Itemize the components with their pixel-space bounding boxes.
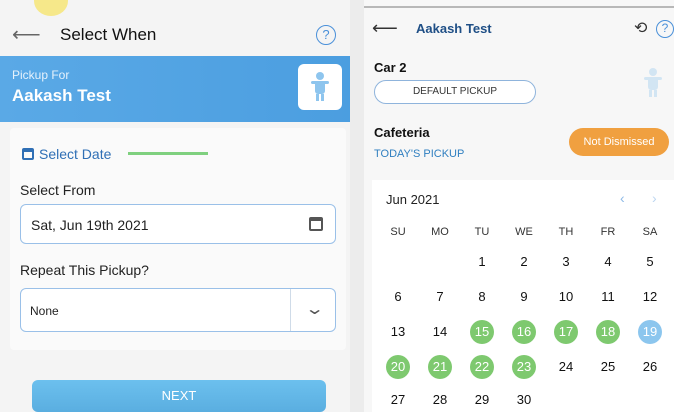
weekday-label: FR (600, 226, 616, 238)
selected-day-marker: 19 (638, 320, 662, 344)
calendar-day[interactable]: 27 (378, 388, 418, 412)
calendar-day[interactable]: 17 (546, 320, 586, 344)
calendar-day[interactable]: 13 (378, 320, 418, 344)
weekday-label: SA (642, 226, 658, 238)
cafeteria-label: Cafeteria (374, 125, 430, 140)
calendar-day[interactable]: 14 (420, 320, 460, 344)
calendar-day[interactable]: 24 (546, 355, 586, 379)
weekday-label: MO (431, 226, 449, 238)
person-icon (644, 68, 664, 97)
calendar-day[interactable]: 9 (504, 285, 544, 309)
back-arrow-icon[interactable]: ⟵ (12, 22, 41, 47)
scheduled-day-marker: 16 (512, 320, 536, 344)
weekday-label: SU (390, 226, 406, 238)
calendar: Jun 2021 ‹ › SU MO TU WE TH FR SA 1 2 3 4 5 6 7 8 9 10 11… (372, 180, 674, 412)
scheduled-day-marker: 20 (386, 355, 410, 379)
calendar-day[interactable]: 7 (420, 285, 460, 309)
scheduled-day-marker: 18 (596, 320, 620, 344)
pickup-for-label: Pickup For (12, 68, 70, 82)
help-icon[interactable]: ? (316, 25, 336, 45)
calendar-day[interactable]: 20 (378, 355, 418, 379)
weekday-label: WE (515, 226, 533, 238)
pickup-detail-screen: ⟵ Aakash Test ⟲ ? Car 2 DEFAULT PICKUP C… (364, 0, 674, 412)
calendar-day[interactable]: 29 (462, 388, 502, 412)
select-date-heading: Select Date (22, 146, 111, 162)
page-title: Select When (60, 25, 157, 44)
next-button[interactable]: NEXT (32, 380, 326, 412)
page-title: Aakash Test (416, 21, 492, 36)
scheduled-day-marker: 15 (470, 320, 494, 344)
calendar-day[interactable]: 28 (420, 388, 460, 412)
weekday-label: TU (474, 226, 490, 238)
calendar-icon (22, 148, 34, 160)
calendar-day[interactable]: 1 (462, 250, 502, 274)
chevron-down-icon[interactable]: ⌄ (304, 299, 324, 319)
calendar-day[interactable]: 12 (630, 285, 670, 309)
default-pickup-button[interactable]: DEFAULT PICKUP (374, 80, 536, 104)
status-badge[interactable]: Not Dismissed (569, 128, 669, 156)
calendar-day[interactable]: 23 (504, 355, 544, 379)
highlight-underline (128, 152, 208, 155)
calendar-month-label: Jun 2021 (386, 192, 440, 207)
repeat-select[interactable]: None ⌄ (20, 288, 336, 332)
person-icon (311, 72, 329, 102)
avatar (298, 64, 342, 110)
repeat-value: None (30, 304, 59, 318)
scheduled-day-marker: 23 (512, 355, 536, 379)
scheduled-day-marker: 22 (470, 355, 494, 379)
calendar-day[interactable]: 15 (462, 320, 502, 344)
calendar-day[interactable]: 30 (504, 388, 544, 412)
date-input[interactable]: Sat, Jun 19th 2021 (20, 204, 336, 244)
repeat-pickup-label: Repeat This Pickup? (20, 262, 149, 278)
calendar-day[interactable]: 16 (504, 320, 544, 344)
select-date-label: Select Date (39, 146, 112, 162)
student-name: Aakash Test (12, 86, 111, 105)
header: ⟵ Select When ? (0, 14, 350, 54)
calendar-day[interactable]: 22 (462, 355, 502, 379)
select-from-label: Select From (20, 182, 96, 198)
calendar-day[interactable]: 11 (588, 285, 628, 309)
calendar-day[interactable]: 26 (630, 355, 670, 379)
chevron-left-icon[interactable]: ‹ (620, 190, 625, 206)
select-date-card: Select Date Select From Sat, Jun 19th 20… (10, 128, 346, 350)
calendar-day[interactable]: 2 (504, 250, 544, 274)
calendar-day[interactable]: 10 (546, 285, 586, 309)
help-icon[interactable]: ? (656, 20, 674, 38)
date-value: Sat, Jun 19th 2021 (31, 217, 149, 233)
scheduled-day-marker: 21 (428, 355, 452, 379)
calendar-icon[interactable] (309, 217, 323, 231)
calendar-day[interactable]: 8 (462, 285, 502, 309)
back-arrow-icon[interactable]: ⟵ (372, 18, 398, 39)
calendar-day[interactable]: 3 (546, 250, 586, 274)
select-divider (290, 289, 291, 331)
calendar-day[interactable]: 4 (588, 250, 628, 274)
weekday-label: TH (558, 226, 574, 238)
car-label: Car 2 (374, 60, 407, 75)
select-when-screen: ⟵ Select When ? Pickup For Aakash Test S… (0, 0, 350, 412)
pickup-for-banner: Pickup For Aakash Test (0, 56, 350, 122)
calendar-day[interactable]: 6 (378, 285, 418, 309)
history-icon[interactable]: ⟲ (634, 18, 647, 38)
calendar-day[interactable]: 19 (630, 320, 670, 344)
calendar-day[interactable]: 5 (630, 250, 670, 274)
scheduled-day-marker: 17 (554, 320, 578, 344)
calendar-day[interactable]: 18 (588, 320, 628, 344)
todays-pickup-link[interactable]: TODAY'S PICKUP (374, 148, 464, 160)
calendar-day[interactable]: 25 (588, 355, 628, 379)
chevron-right-icon[interactable]: › (652, 190, 657, 206)
divider (364, 6, 674, 8)
calendar-day[interactable]: 21 (420, 355, 460, 379)
